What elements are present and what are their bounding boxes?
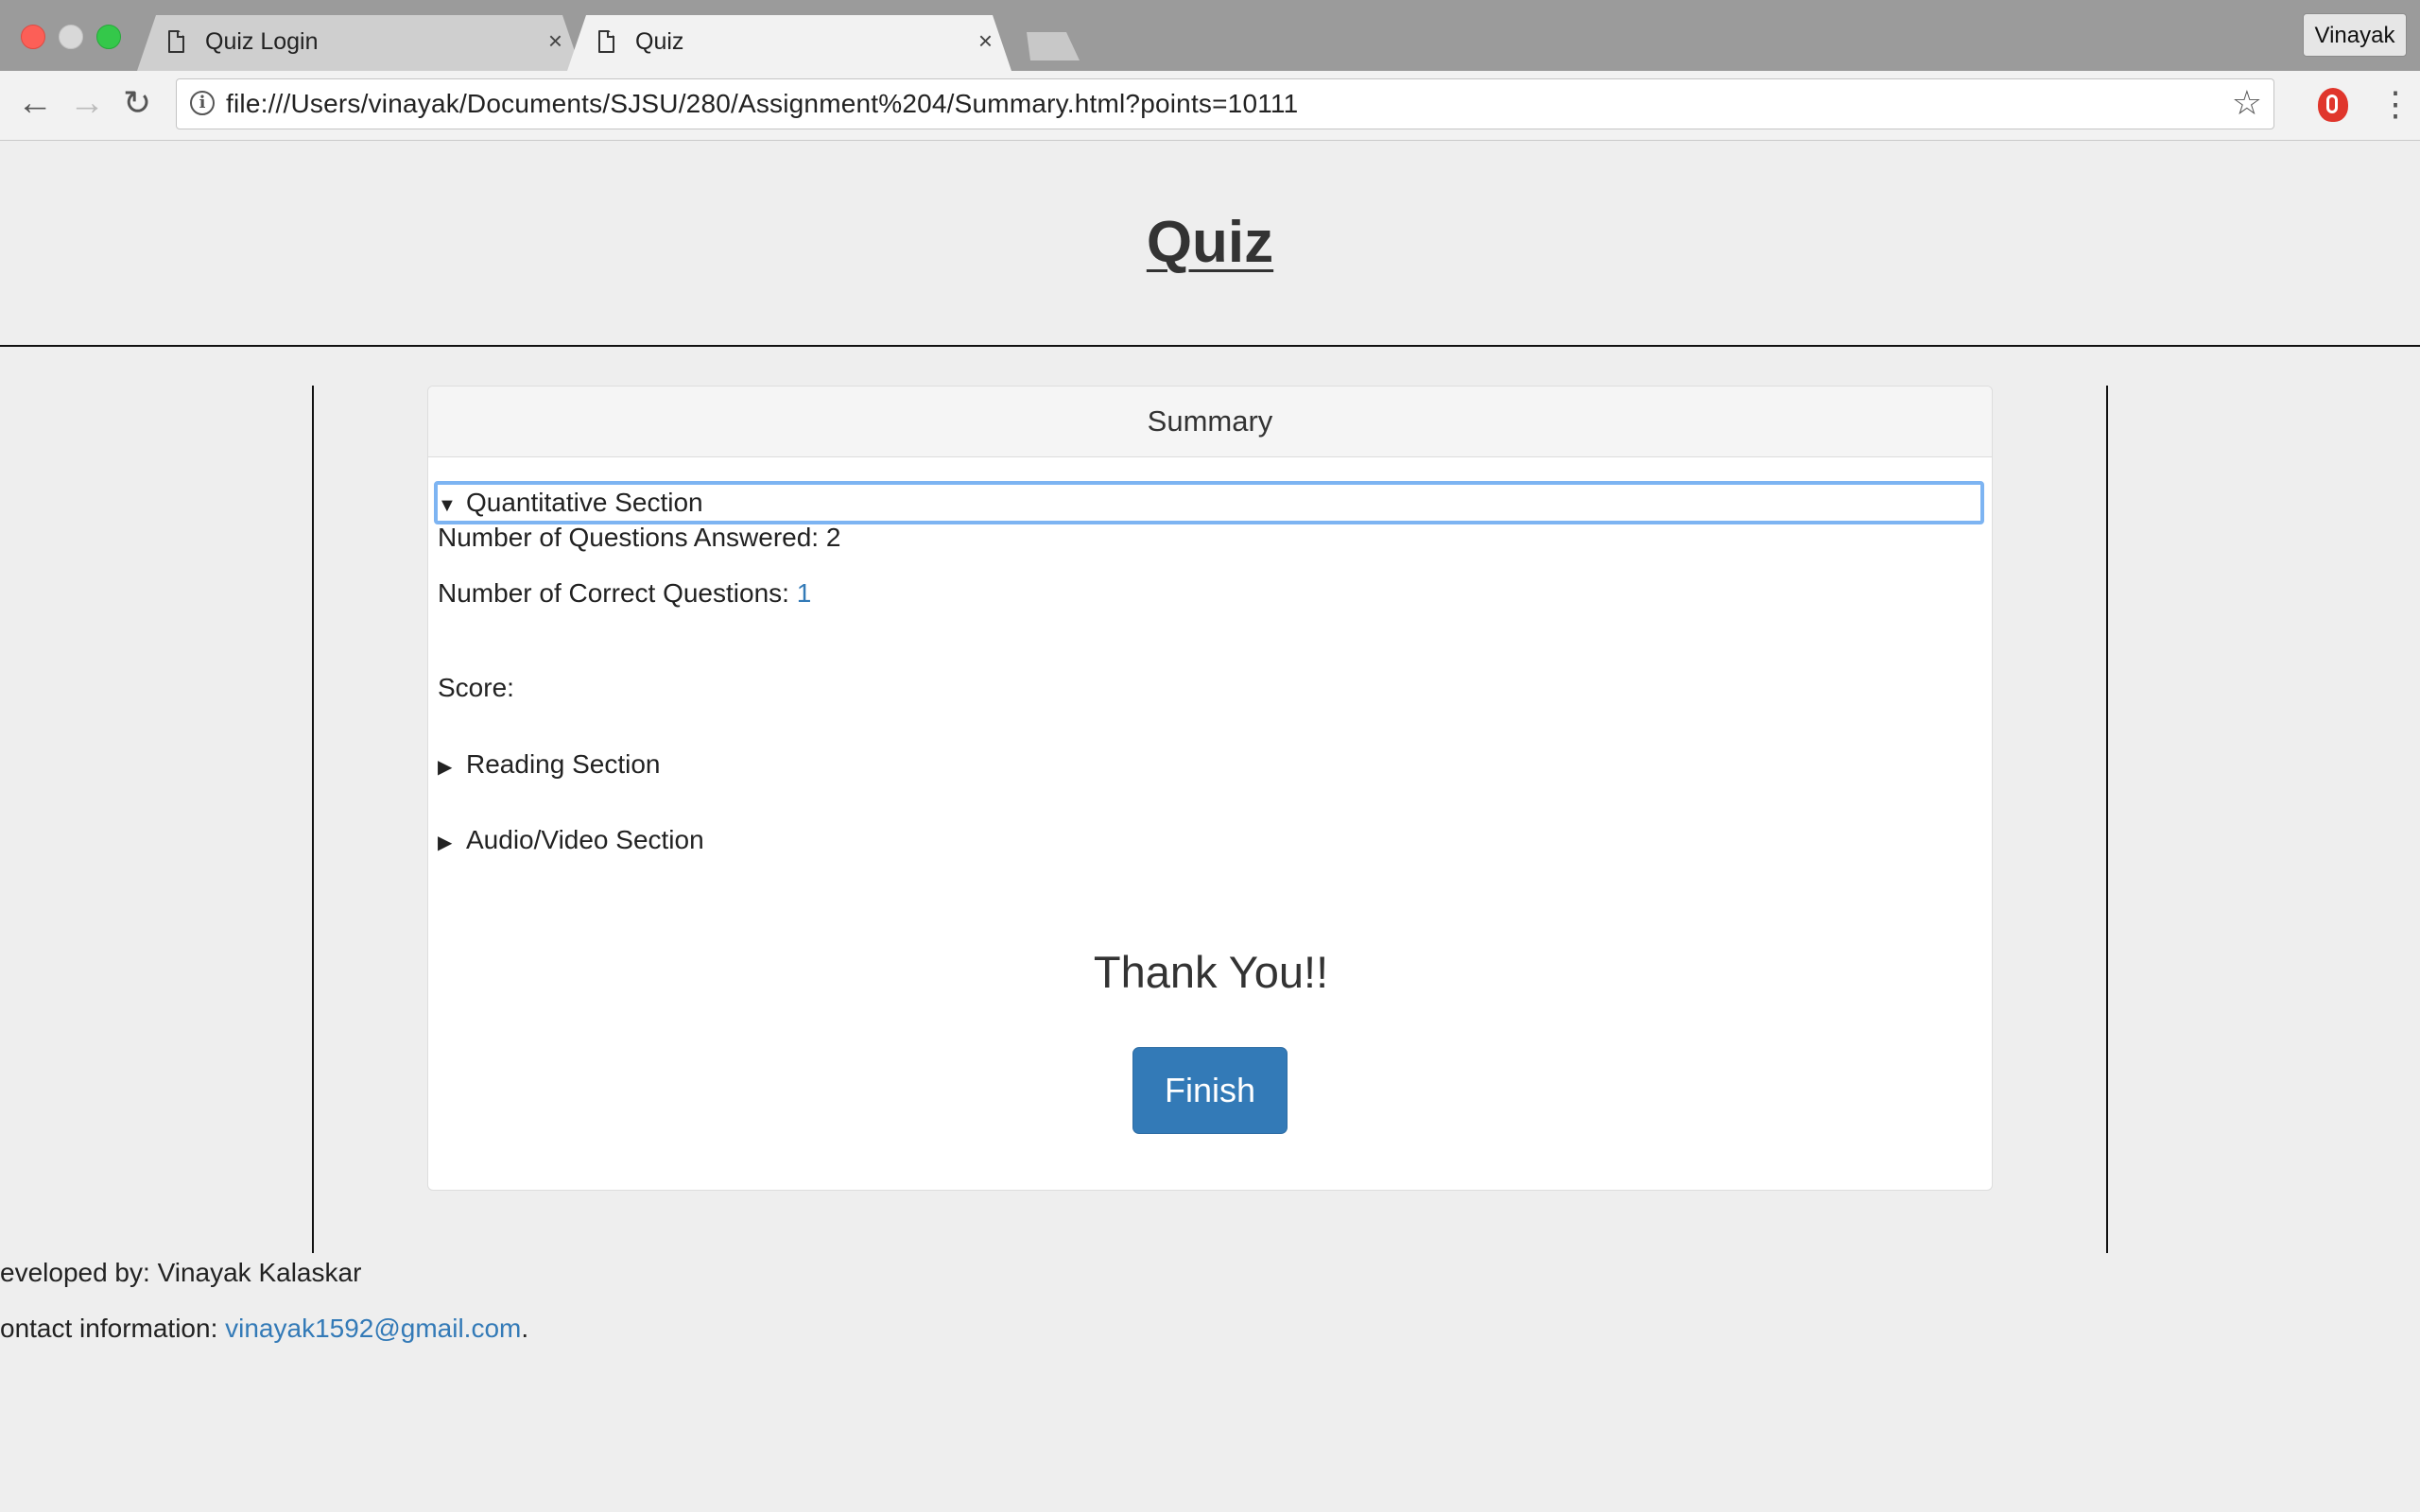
bookmark-star-icon[interactable]: ☆ — [2232, 83, 2262, 123]
questions-answered-line: Number of Questions Answered: 2 — [438, 523, 840, 553]
document-fold — [607, 30, 614, 38]
contact-label: ontact information: — [0, 1314, 226, 1343]
browser-toolbar: ← → ↻ i file:///Users/vinayak/Documents/… — [0, 71, 2420, 141]
collapsed-triangle-icon: ▶ — [438, 757, 453, 778]
new-tab-button[interactable] — [1017, 32, 1080, 60]
back-arrow-icon[interactable]: ← — [17, 84, 53, 122]
close-window-button[interactable] — [21, 25, 45, 49]
summary-panel: Summary ▼ Quantitative Section Number of … — [427, 386, 1993, 1191]
page-content: Quiz Summary ▼ Quantitative Section Numbe… — [0, 141, 2420, 1512]
section-label: Reading Section — [466, 749, 661, 779]
address-bar[interactable]: i file:///Users/vinayak/Documents/SJSU/2… — [176, 78, 2274, 129]
minimize-window-button[interactable] — [59, 25, 83, 49]
reading-section-toggle[interactable]: ▶ Reading Section — [434, 743, 1984, 786]
tab-title: Quiz Login — [205, 28, 319, 55]
correct-questions-label: Number of Correct Questions: — [438, 578, 797, 608]
contact-suffix: . — [521, 1314, 529, 1343]
tab-quiz[interactable]: Quiz × — [567, 15, 1011, 71]
info-icon[interactable]: i — [190, 91, 215, 115]
reload-icon[interactable]: ↻ — [123, 84, 151, 122]
tab-background — [567, 15, 1011, 71]
tab-close-icon[interactable]: × — [548, 26, 562, 56]
quantitative-section-toggle[interactable]: ▼ Quantitative Section — [434, 481, 1984, 524]
developer-credit: eveloped by: Vinayak Kalaskar — [0, 1258, 362, 1287]
audio-video-section-toggle[interactable]: ▶ Audio/Video Section — [434, 818, 1984, 862]
profile-button[interactable]: Vinayak — [2303, 13, 2407, 57]
contact-line: ontact information: vinayak1592@gmail.co… — [0, 1314, 528, 1344]
thank-you-message: Thank You!! — [1093, 947, 1329, 997]
expanded-triangle-icon: ▼ — [438, 495, 457, 516]
left-border-line — [312, 386, 314, 1253]
forward-arrow-icon[interactable]: → — [69, 84, 105, 122]
page-title-text: Quiz — [1146, 210, 1274, 275]
tab-quiz-login[interactable]: Quiz Login × — [137, 15, 581, 71]
url-text[interactable]: file:///Users/vinayak/Documents/SJSU/280… — [226, 89, 1298, 119]
summary-heading: Summary — [428, 387, 1992, 457]
tab-close-icon[interactable]: × — [978, 26, 993, 56]
extension-icon[interactable] — [2318, 88, 2348, 122]
correct-questions-value: 1 — [796, 578, 812, 608]
correct-questions-line: Number of Correct Questions: 1 — [438, 578, 811, 609]
contact-email-link[interactable]: vinayak1592@gmail.com — [225, 1314, 521, 1343]
questions-answered-label: Number of Questions Answered: — [438, 523, 826, 552]
section-label: Audio/Video Section — [466, 825, 704, 854]
right-border-line — [2106, 386, 2108, 1253]
header-divider — [0, 345, 2420, 347]
finish-button[interactable]: Finish — [1132, 1047, 1288, 1134]
document-fold — [177, 30, 184, 38]
questions-answered-value: 2 — [825, 523, 841, 552]
tab-background — [137, 15, 581, 71]
browser-tab-strip: Quiz Login × Quiz × Vinayak — [0, 0, 2420, 71]
tab-title: Quiz — [635, 28, 684, 55]
score-label: Score: — [438, 673, 514, 702]
section-label: Quantitative Section — [466, 488, 703, 517]
maximize-window-button[interactable] — [96, 25, 121, 49]
collapsed-triangle-icon: ▶ — [438, 833, 453, 853]
browser-menu-icon[interactable]: ⋮ — [2378, 83, 2412, 125]
page-title: Quiz — [0, 209, 2420, 276]
